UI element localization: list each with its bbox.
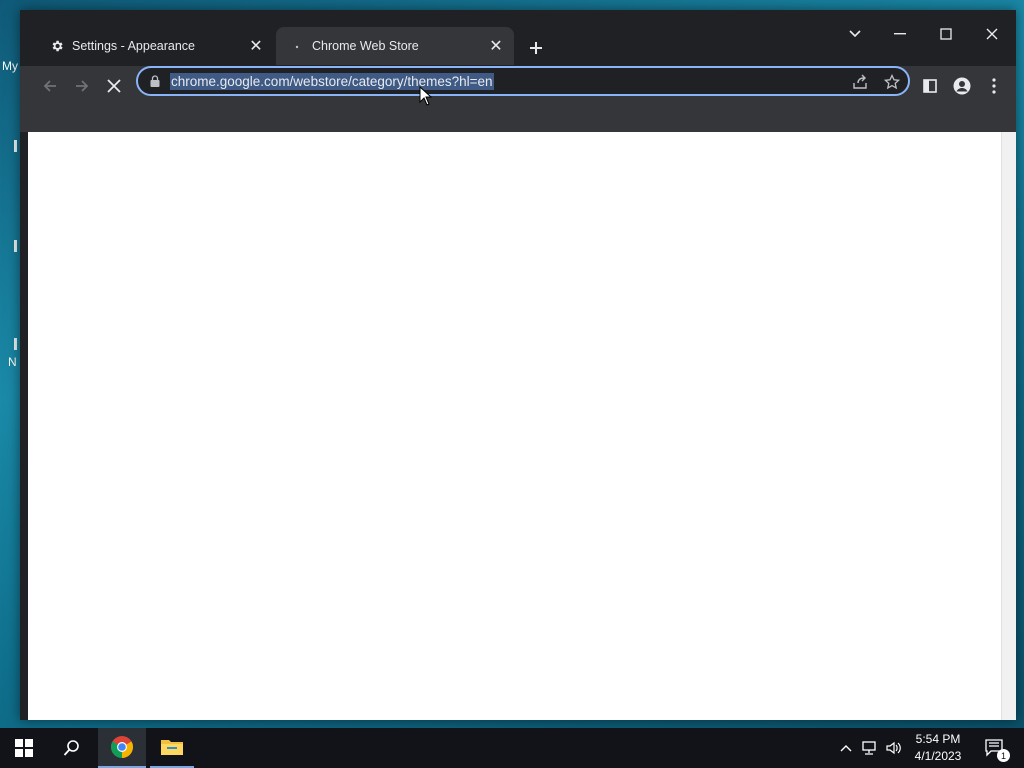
windows-taskbar: 5:54 PM 4/1/2023 1 [0,728,1024,768]
minimize-button[interactable] [882,24,918,44]
share-icon[interactable] [850,72,870,92]
close-tab-icon[interactable]: ✕ [248,38,264,55]
clock-date: 4/1/2023 [914,749,962,763]
taskbar-chrome[interactable] [98,728,146,768]
close-window-button[interactable] [974,24,1010,44]
url-text[interactable]: chrome.google.com/webstore/category/them… [170,72,494,90]
notification-count-badge: 1 [997,749,1010,762]
tab-strip: Settings - Appearance ✕ Chrome Web Store… [20,10,1016,66]
address-bar[interactable]: chrome.google.com/webstore/category/them… [136,66,910,96]
close-tab-icon[interactable]: ✕ [488,38,504,55]
action-center-button[interactable]: 1 [982,738,1010,762]
folder-icon [161,740,183,755]
desktop-icon-fragment [14,338,17,350]
maximize-button[interactable] [928,24,964,44]
tab-search-chevron-icon[interactable] [837,24,873,44]
profile-avatar-icon[interactable] [948,72,976,100]
desktop-icon-label-n: N [8,355,17,369]
new-tab-button[interactable] [525,37,547,59]
tab-title: Settings - Appearance [72,39,195,53]
page-content-blank[interactable] [28,132,1002,720]
side-panel-button[interactable] [916,72,944,100]
taskbar-file-explorer[interactable] [150,728,194,768]
back-button[interactable] [36,72,64,100]
chrome-icon [111,736,133,758]
start-button[interactable] [0,728,48,768]
lock-icon[interactable] [148,74,162,88]
desktop-icon-label-my: My [2,59,18,73]
scrollbar[interactable] [1001,132,1016,720]
windows-logo-icon [15,739,33,757]
system-clock[interactable]: 5:54 PM 4/1/2023 [905,731,971,765]
volume-icon[interactable] [884,738,904,758]
chrome-window: Settings - Appearance ✕ Chrome Web Store… [20,10,1016,720]
tab-title: Chrome Web Store [312,39,419,53]
browser-toolbar: chrome.google.com/webstore/category/them… [20,66,1016,132]
desktop-icon-fragment [14,140,17,152]
bookmark-star-icon[interactable] [882,72,902,92]
tab-settings-appearance[interactable]: Settings - Appearance ✕ [36,27,274,65]
search-icon [63,740,79,756]
search-button[interactable] [48,728,96,768]
mouse-cursor-icon [419,86,433,106]
show-hidden-icons-chevron-icon[interactable] [836,738,856,758]
loading-dot-icon [290,39,304,53]
stop-loading-button[interactable] [100,72,128,100]
network-icon[interactable] [860,738,880,758]
gear-icon [50,39,64,53]
desktop-icon-fragment [14,240,17,252]
more-menu-icon[interactable] [980,72,1008,100]
clock-time: 5:54 PM [915,732,961,746]
tab-chrome-web-store[interactable]: Chrome Web Store ✕ [276,27,514,65]
forward-button[interactable] [68,72,96,100]
bookmarks-bar [20,108,1016,132]
